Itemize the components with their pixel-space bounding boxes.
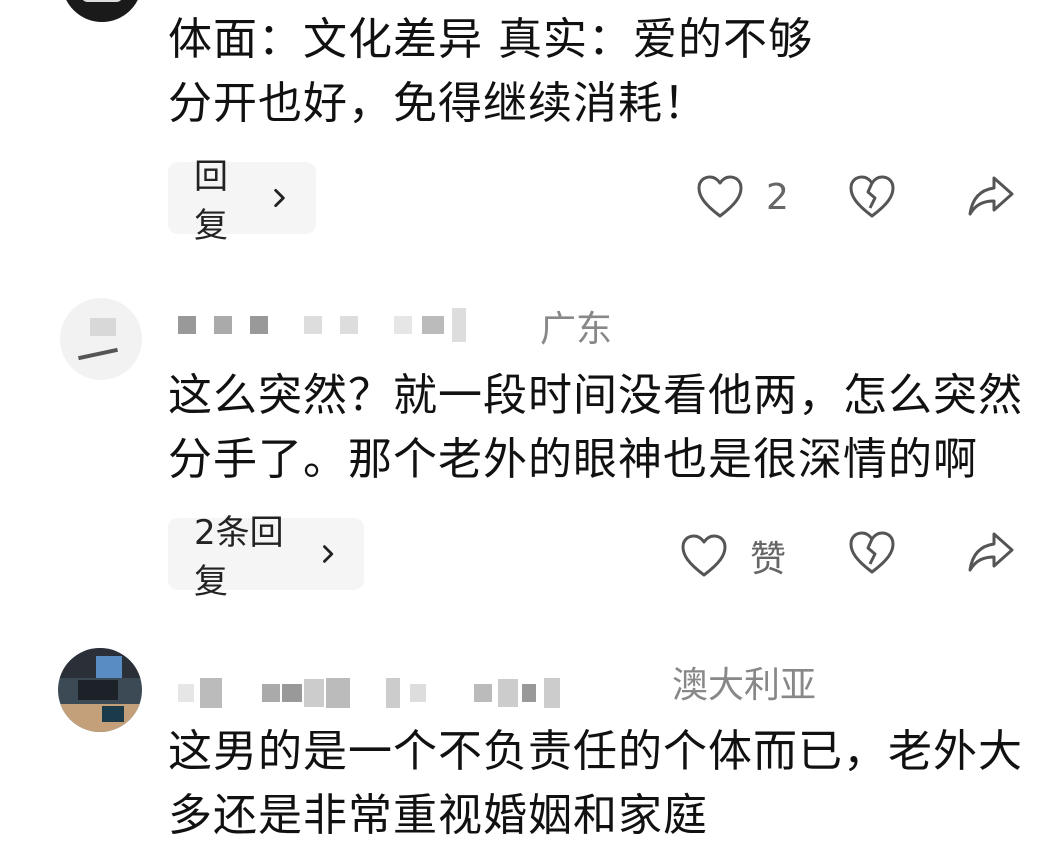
share-button[interactable] <box>966 172 1016 220</box>
reply-label: 回复 <box>194 157 228 246</box>
reply-label: 2条回复 <box>194 513 284 602</box>
share-arrow-icon <box>968 532 1014 572</box>
reply-button[interactable]: 2条回复 <box>168 513 364 602</box>
avatar[interactable] <box>58 648 142 732</box>
dislike-button[interactable] <box>848 530 896 576</box>
dislike-button[interactable] <box>848 174 896 220</box>
chevron-right-icon <box>274 188 285 208</box>
like-count: 赞 <box>750 539 787 580</box>
comment-text: 这么突然？就一段时间没看他两，怎么突然 分手了。那个老外的眼神也是很深情的啊 <box>168 370 1023 485</box>
share-arrow-icon <box>968 176 1014 216</box>
avatar[interactable] <box>62 0 142 22</box>
location-label: 广东 <box>540 309 613 350</box>
comment-item: 广东 这么突然？就一段时间没看他两，怎么突然 分手了。那个老外的眼神也是很深情的… <box>0 250 1054 610</box>
heart-icon <box>697 175 743 218</box>
username[interactable] <box>178 308 488 342</box>
chevron-right-icon <box>322 545 333 563</box>
reply-button[interactable]: 回复 <box>168 157 316 246</box>
avatar[interactable] <box>60 298 142 380</box>
like-button[interactable]: 2 <box>696 174 789 220</box>
like-button[interactable]: 赞 <box>680 530 786 582</box>
broken-heart-icon <box>849 175 895 218</box>
username[interactable] <box>178 676 658 710</box>
location-label: 澳大利亚 <box>672 665 817 706</box>
comment-item: 澳大利亚 这男的是一个不负责任的个体而已，老外大 多还是非常重视婚姻和家庭 <box>0 610 1054 841</box>
broken-heart-icon <box>849 531 895 574</box>
share-button[interactable] <box>966 528 1016 576</box>
heart-icon <box>681 534 727 577</box>
like-count: 2 <box>766 176 789 218</box>
comment-text: 体面：文化差异 真实：爱的不够 分开也好，免得继续消耗！ <box>168 14 813 129</box>
comment-item: 体面：文化差异 真实：爱的不够 分开也好，免得继续消耗！ 回复 2 <box>0 0 1054 250</box>
comment-text: 这男的是一个不负责任的个体而已，老外大 多还是非常重视婚姻和家庭 <box>168 726 1023 841</box>
